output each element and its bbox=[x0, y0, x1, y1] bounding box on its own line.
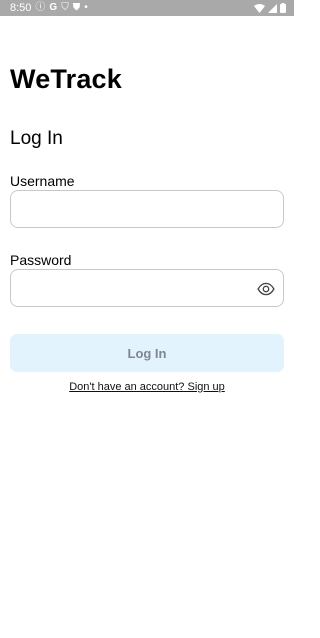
username-field-box bbox=[10, 190, 284, 228]
dot-icon: • bbox=[84, 2, 88, 13]
password-field-box bbox=[10, 269, 284, 307]
wifi-icon bbox=[254, 3, 265, 13]
username-label: Username bbox=[10, 173, 75, 189]
app-title: WeTrack bbox=[10, 64, 122, 94]
login-button[interactable]: Log In bbox=[10, 334, 284, 372]
google-icon: G bbox=[49, 2, 58, 13]
signup-link[interactable]: Don't have an account? Sign up bbox=[0, 381, 294, 393]
username-input[interactable] bbox=[11, 191, 241, 227]
info-icon: ⓘ bbox=[35, 2, 46, 13]
battery-icon bbox=[280, 3, 286, 13]
status-bar: 8:50 ⓘ G ⛉ ⛊ • bbox=[0, 0, 294, 16]
signal-icon bbox=[268, 3, 277, 13]
status-bar-right bbox=[254, 3, 286, 13]
show-password-icon[interactable] bbox=[257, 280, 275, 298]
status-time: 8:50 bbox=[10, 2, 32, 14]
status-bar-left: 8:50 ⓘ G ⛉ ⛊ • bbox=[10, 2, 88, 14]
password-label: Password bbox=[10, 252, 72, 268]
vpn-shield-icon: ⛉ bbox=[61, 2, 69, 13]
security-shield-icon: ⛊ bbox=[72, 2, 81, 13]
page-title: Log In bbox=[10, 128, 63, 149]
password-input[interactable] bbox=[11, 270, 241, 306]
